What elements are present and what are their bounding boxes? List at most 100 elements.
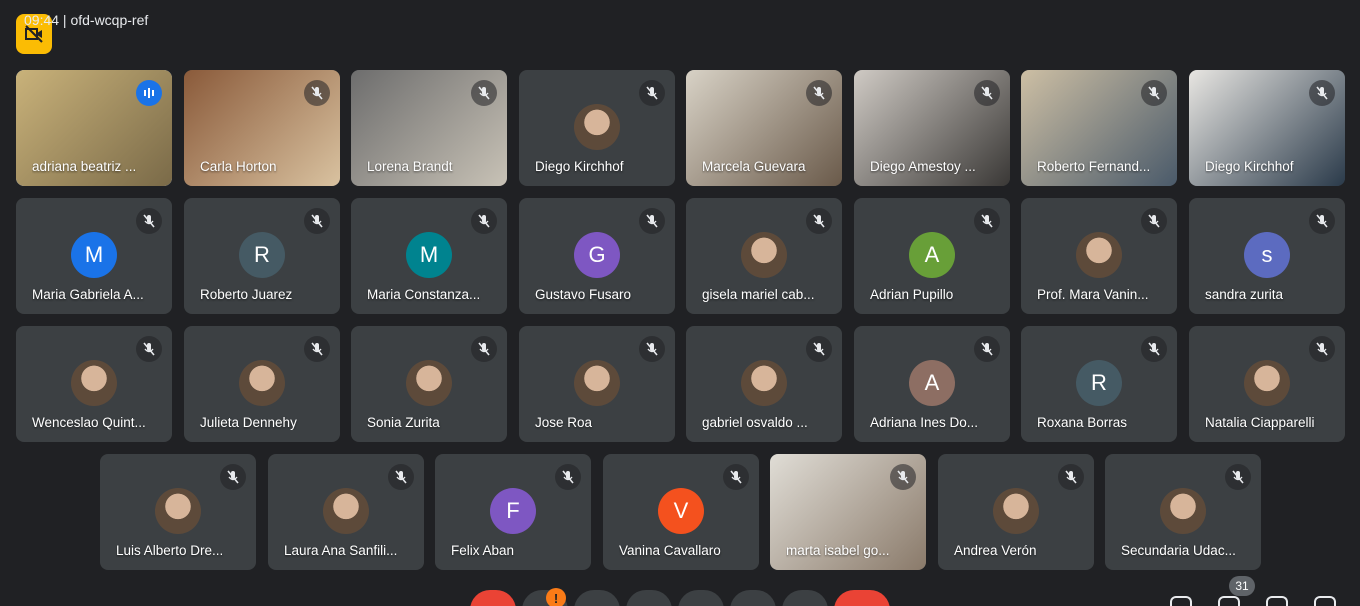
participant-tile[interactable]: Jose Roa (519, 326, 675, 442)
participant-tile[interactable]: adriana beatriz ... (16, 70, 172, 186)
participant-initial-avatar: V (658, 488, 704, 534)
participant-name: Marcela Guevara (702, 159, 806, 174)
mic-muted-icon (890, 464, 916, 490)
mic-muted-icon (639, 336, 665, 362)
mic-muted-icon (304, 336, 330, 362)
emoji-button[interactable] (626, 590, 672, 606)
participant-name: Felix Aban (451, 543, 515, 558)
participant-tile[interactable]: Wenceslao Quint... (16, 326, 172, 442)
participant-name: Carla Horton (200, 159, 277, 174)
participant-tile[interactable]: M Maria Gabriela A... (16, 198, 172, 314)
participant-name: Maria Gabriela A... (32, 287, 144, 302)
participant-tile[interactable]: gisela mariel cab... (686, 198, 842, 314)
participant-tile[interactable]: Diego Amestoy ... (854, 70, 1010, 186)
participant-photo-avatar (1244, 360, 1290, 406)
participant-tile[interactable]: Lorena Brandt (351, 70, 507, 186)
participant-tile[interactable]: Prof. Mara Vanin... (1021, 198, 1177, 314)
participant-name: Roxana Borras (1037, 415, 1128, 430)
participant-name: gabriel osvaldo ... (702, 415, 808, 430)
mic-muted-icon (1309, 80, 1335, 106)
participant-tile[interactable]: M Maria Constanza... (351, 198, 507, 314)
activities-icon[interactable] (1314, 596, 1336, 606)
speaking-indicator-icon (136, 80, 162, 106)
participant-tile[interactable]: Sonia Zurita (351, 326, 507, 442)
participant-name: Laura Ana Sanfili... (284, 543, 398, 558)
mic-muted-icon (974, 208, 1000, 234)
mic-toggle-button[interactable] (470, 590, 516, 606)
mic-muted-icon (220, 464, 246, 490)
participant-tile[interactable]: Secundaria Udac... (1105, 454, 1261, 570)
participant-tile[interactable]: G Gustavo Fusaro (519, 198, 675, 314)
participant-initial-avatar: M (406, 232, 452, 278)
more-options-button[interactable] (782, 590, 828, 606)
participant-tile[interactable]: marta isabel go... (770, 454, 926, 570)
mic-muted-icon (304, 80, 330, 106)
participant-tile[interactable]: Diego Kirchhof (1189, 70, 1345, 186)
participant-photo-avatar (1076, 232, 1122, 278)
participant-tile[interactable]: Laura Ana Sanfili... (268, 454, 424, 570)
mic-muted-icon (1141, 80, 1167, 106)
mic-muted-icon (806, 208, 832, 234)
raise-hand-button[interactable] (730, 590, 776, 606)
participant-name: Vanina Cavallaro (619, 543, 721, 558)
participant-tile[interactable]: Roberto Fernand... (1021, 70, 1177, 186)
participant-tile[interactable]: Julieta Dennehy (184, 326, 340, 442)
participant-name: Adrian Pupillo (870, 287, 954, 302)
mic-muted-icon (555, 464, 581, 490)
participant-tile[interactable]: Carla Horton (184, 70, 340, 186)
participant-tile[interactable]: Natalia Ciapparelli (1189, 326, 1345, 442)
participant-tile[interactable]: gabriel osvaldo ... (686, 326, 842, 442)
mic-muted-icon (388, 464, 414, 490)
participant-name: Luis Alberto Dre... (116, 543, 224, 558)
end-call-button[interactable] (834, 590, 890, 606)
participant-name: Maria Constanza... (367, 287, 481, 302)
participant-name: Prof. Mara Vanin... (1037, 287, 1149, 302)
participant-name: Wenceslao Quint... (32, 415, 146, 430)
participant-name: Lorena Brandt (367, 159, 453, 174)
participant-tile[interactable]: s sandra zurita (1189, 198, 1345, 314)
participant-tile[interactable]: Andrea Verón (938, 454, 1094, 570)
participant-photo-avatar (155, 488, 201, 534)
mic-muted-icon (806, 336, 832, 362)
meeting-clock: 09:44 | ofd-wcqp-ref (24, 12, 149, 28)
participant-tile[interactable]: A Adriana Ines Do... (854, 326, 1010, 442)
participant-photo-avatar (1160, 488, 1206, 534)
participant-tile[interactable]: A Adrian Pupillo (854, 198, 1010, 314)
participant-tile[interactable]: R Roberto Juarez (184, 198, 340, 314)
participant-name: gisela mariel cab... (702, 287, 815, 302)
participant-tile[interactable]: Diego Kirchhof (519, 70, 675, 186)
mic-muted-icon (304, 208, 330, 234)
info-icon[interactable] (1170, 596, 1192, 606)
mic-muted-icon (1309, 208, 1335, 234)
participant-name: Secundaria Udac... (1121, 543, 1236, 558)
participant-name: Sonia Zurita (367, 415, 440, 430)
participant-initial-avatar: R (239, 232, 285, 278)
participant-tile[interactable]: R Roxana Borras (1021, 326, 1177, 442)
participant-tile[interactable]: V Vanina Cavallaro (603, 454, 759, 570)
participant-name: Diego Kirchhof (1205, 159, 1294, 174)
mic-muted-icon (1309, 336, 1335, 362)
mic-muted-icon (1058, 464, 1084, 490)
mic-muted-icon (974, 80, 1000, 106)
participant-tile[interactable]: Marcela Guevara (686, 70, 842, 186)
participant-initial-avatar: s (1244, 232, 1290, 278)
mic-muted-icon (639, 208, 665, 234)
mic-muted-icon (136, 208, 162, 234)
participant-tile[interactable]: Luis Alberto Dre... (100, 454, 256, 570)
participant-photo-avatar (741, 360, 787, 406)
participant-initial-avatar: M (71, 232, 117, 278)
chat-icon[interactable] (1266, 596, 1288, 606)
participant-name: sandra zurita (1205, 287, 1284, 302)
people-icon[interactable] (1218, 596, 1240, 606)
mic-muted-icon (723, 464, 749, 490)
present-button[interactable] (678, 590, 724, 606)
participant-count-badge: 31 (1229, 576, 1255, 596)
participant-photo-avatar (993, 488, 1039, 534)
participant-name: Diego Amestoy ... (870, 159, 976, 174)
participant-initial-avatar: A (909, 360, 955, 406)
mic-muted-icon (471, 80, 497, 106)
participant-tile[interactable]: F Felix Aban (435, 454, 591, 570)
captions-button[interactable] (574, 590, 620, 606)
participant-name: Natalia Ciapparelli (1205, 415, 1315, 430)
participant-name: Jose Roa (535, 415, 593, 430)
